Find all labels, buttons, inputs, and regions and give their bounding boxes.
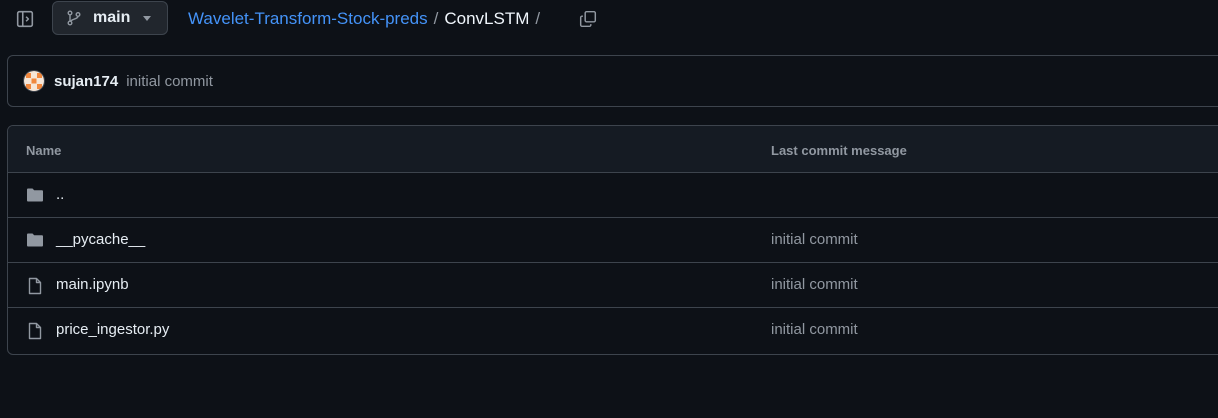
breadcrumb-repo-link[interactable]: Wavelet-Transform-Stock-preds [188, 9, 428, 29]
file-commit-message[interactable]: initial commit [771, 231, 858, 248]
column-header-name: Name [26, 143, 62, 158]
commit-message-link[interactable]: initial commit [126, 73, 213, 90]
table-row[interactable]: __pycache__ initial commit [8, 218, 1218, 263]
file-commit-message[interactable]: initial commit [771, 321, 858, 338]
file-name-link[interactable]: __pycache__ [56, 231, 145, 248]
git-branch-icon [67, 10, 83, 26]
chevron-down-icon [143, 16, 151, 21]
table-header: Name Last commit message [8, 126, 1218, 173]
copy-icon[interactable] [577, 8, 599, 30]
sidebar-collapse-icon[interactable] [14, 8, 36, 30]
table-row[interactable]: price_ingestor.py initial commit [8, 308, 1218, 353]
folder-icon [26, 232, 44, 248]
file-name-link[interactable]: main.ipynb [56, 276, 129, 293]
table-row[interactable]: main.ipynb initial commit [8, 263, 1218, 308]
breadcrumb: Wavelet-Transform-Stock-preds / ConvLSTM… [188, 9, 546, 29]
repo-header: main Wavelet-Transform-Stock-preds / Con… [0, 0, 1218, 40]
branch-selector-button[interactable]: main [52, 1, 168, 35]
breadcrumb-separator: / [535, 9, 541, 28]
table-row-parent-directory[interactable]: .. [8, 173, 1218, 218]
file-icon [26, 277, 44, 295]
breadcrumb-separator: / [433, 9, 439, 28]
file-table: Name Last commit message .. __pycache__ … [7, 125, 1218, 355]
file-commit-message[interactable]: initial commit [771, 276, 858, 293]
branch-name: main [93, 9, 131, 26]
commit-author-link[interactable]: sujan174 [54, 73, 118, 90]
file-icon [26, 322, 44, 340]
column-header-last-commit: Last commit message [771, 143, 907, 158]
latest-commit-bar: sujan174 initial commit [7, 55, 1218, 107]
breadcrumb-current-directory: ConvLSTM [444, 9, 530, 28]
file-name-link[interactable]: .. [56, 186, 64, 203]
file-name-link[interactable]: price_ingestor.py [56, 321, 169, 338]
folder-icon [26, 187, 44, 203]
avatar[interactable] [23, 70, 45, 92]
